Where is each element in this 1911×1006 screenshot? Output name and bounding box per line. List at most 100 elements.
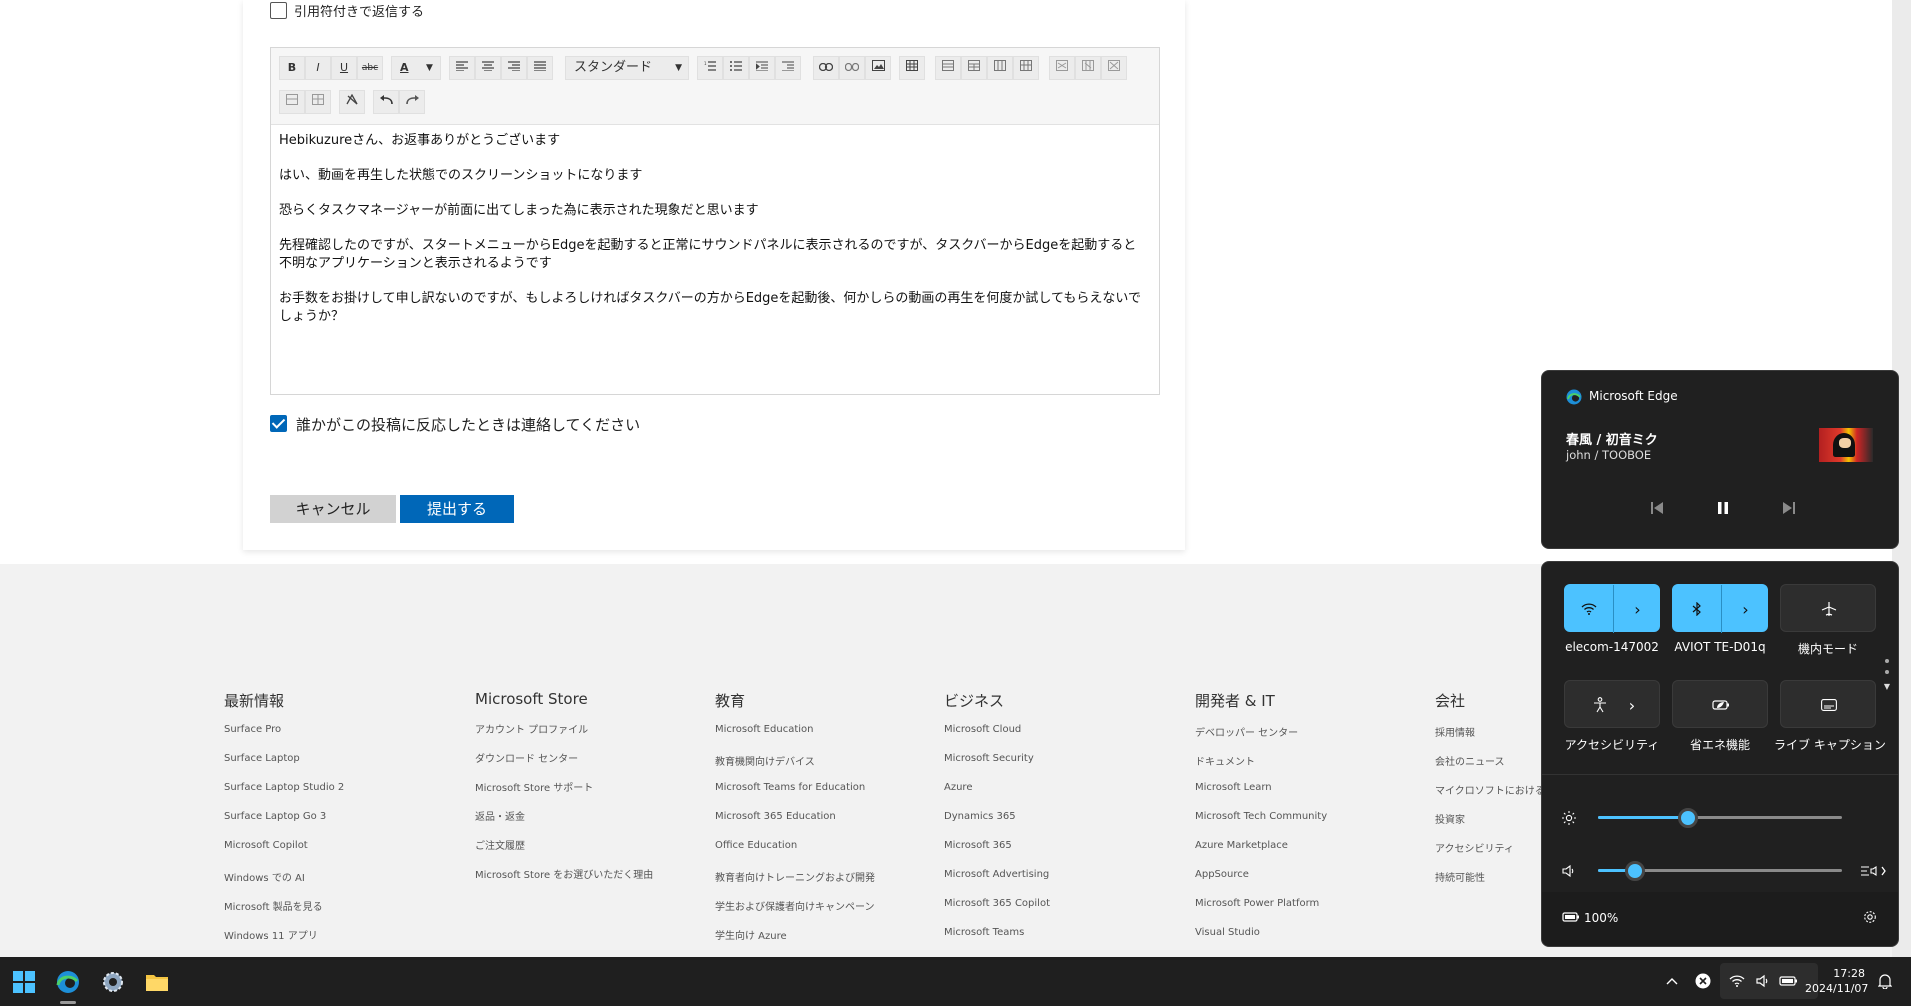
redo-icon[interactable]: [399, 90, 425, 114]
edge-taskbar-icon[interactable]: [55, 969, 81, 995]
ordered-list-icon[interactable]: 1: [697, 56, 723, 80]
chevron-right-icon[interactable]: ›: [1614, 585, 1661, 633]
footer-link[interactable]: Microsoft 365: [944, 840, 1050, 869]
footer-link[interactable]: デベロッパー センター: [1195, 724, 1327, 753]
table-delete-col-icon[interactable]: [1075, 56, 1101, 80]
footer-link[interactable]: Microsoft 365 Education: [715, 811, 875, 840]
cancel-button[interactable]: キャンセル: [270, 495, 396, 523]
pause-icon[interactable]: [1712, 497, 1734, 519]
table-delete-icon[interactable]: [1101, 56, 1127, 80]
outdent-icon[interactable]: [775, 56, 801, 80]
footer-link[interactable]: Microsoft Education: [715, 724, 875, 753]
settings-gear-icon[interactable]: [1862, 909, 1878, 925]
footer-link[interactable]: Microsoft Store サポート: [475, 779, 653, 808]
table-icon[interactable]: [899, 56, 925, 80]
notification-bell-icon[interactable]: [1876, 972, 1894, 990]
editor-content[interactable]: Hebikuzureさん、お返事ありがとうございます はい、動画を再生した状態で…: [279, 132, 1149, 343]
undo-icon[interactable]: [373, 90, 399, 114]
quote-reply-checkbox[interactable]: [270, 2, 287, 19]
footer-link[interactable]: Microsoft Advertising: [944, 869, 1050, 898]
footer-link[interactable]: ダウンロード センター: [475, 750, 653, 779]
footer-link[interactable]: Microsoft Power Platform: [1195, 898, 1327, 927]
next-track-icon[interactable]: [1778, 497, 1800, 519]
clear-format-icon[interactable]: [339, 90, 365, 114]
footer-link[interactable]: 教育者向けトレーニングおよび開発: [715, 869, 875, 898]
submit-button[interactable]: 提出する: [400, 495, 514, 523]
footer-link[interactable]: Visual Studio: [1195, 927, 1327, 956]
airplane-mode-tile[interactable]: [1780, 584, 1876, 632]
footer-link[interactable]: Microsoft Teams: [944, 927, 1050, 956]
unlink-icon[interactable]: [839, 56, 865, 80]
merge-cells-icon[interactable]: [279, 90, 305, 114]
footer-link[interactable]: Azure Marketplace: [1195, 840, 1327, 869]
footer-link[interactable]: Microsoft Security: [944, 753, 1050, 782]
indent-icon[interactable]: [749, 56, 775, 80]
chevron-down-icon[interactable]: ▼: [1882, 681, 1892, 691]
footer-link[interactable]: 教育機関向けデバイス: [715, 753, 875, 782]
live-caption-tile[interactable]: [1780, 680, 1876, 728]
underline-button[interactable]: U: [331, 56, 357, 80]
link-icon[interactable]: [813, 56, 839, 80]
table-delete-row-icon[interactable]: [1049, 56, 1075, 80]
footer-link[interactable]: AppSource: [1195, 869, 1327, 898]
quick-settings-button[interactable]: [1720, 963, 1818, 999]
previous-track-icon[interactable]: [1646, 497, 1668, 519]
accessibility-tile[interactable]: ›: [1564, 680, 1660, 728]
align-right-icon[interactable]: [501, 56, 527, 80]
rich-text-editor[interactable]: B I U abc A ▼ スタンダード ▼ 1 Hebikuzureさん、お返…: [270, 47, 1160, 395]
image-icon[interactable]: [865, 56, 891, 80]
italic-button[interactable]: I: [305, 56, 331, 80]
align-left-icon[interactable]: [449, 56, 475, 80]
page-dot[interactable]: [1885, 659, 1889, 663]
footer-link[interactable]: Dynamics 365: [944, 811, 1050, 840]
footer-link[interactable]: 学生および保護者向けキャンペーン: [715, 898, 875, 927]
footer-link[interactable]: Surface Laptop Go 3: [224, 811, 344, 840]
bluetooth-tile[interactable]: ›: [1672, 584, 1769, 633]
page-dot[interactable]: [1885, 670, 1889, 674]
footer-link[interactable]: Microsoft Tech Community: [1195, 811, 1327, 840]
footer-link[interactable]: Microsoft Store をお選びいただく理由: [475, 866, 653, 895]
footer-link[interactable]: Surface Pro: [224, 724, 344, 753]
notify-checkbox[interactable]: [270, 415, 287, 432]
settings-app-icon[interactable]: [100, 969, 126, 995]
file-explorer-icon[interactable]: [144, 969, 170, 995]
volume-thumb[interactable]: [1624, 861, 1645, 881]
bold-button[interactable]: B: [279, 56, 305, 80]
paragraph-style-select[interactable]: スタンダード ▼: [565, 56, 689, 80]
app-tray-icon[interactable]: [1694, 972, 1712, 990]
footer-link[interactable]: 返品・返金: [475, 808, 653, 837]
chevron-up-icon[interactable]: [1664, 972, 1680, 990]
audio-output-icon[interactable]: [1858, 862, 1888, 880]
footer-link[interactable]: 学生向け Azure: [715, 927, 875, 956]
table-row-below-icon[interactable]: [961, 56, 987, 80]
footer-link[interactable]: ご注文履歴: [475, 837, 653, 866]
font-color-button[interactable]: A ▼: [391, 56, 441, 80]
chevron-right-icon[interactable]: ›: [1722, 585, 1769, 633]
clock[interactable]: 17:28 2024/11/07: [1805, 966, 1868, 996]
footer-link[interactable]: Office Education: [715, 840, 875, 869]
table-col-left-icon[interactable]: [987, 56, 1013, 80]
align-justify-icon[interactable]: [527, 56, 553, 80]
footer-link[interactable]: Surface Laptop Studio 2: [224, 782, 344, 811]
footer-link[interactable]: Windows 11 アプリ: [224, 927, 344, 956]
footer-link[interactable]: Windows での AI: [224, 869, 344, 898]
footer-link[interactable]: Microsoft 365 Copilot: [944, 898, 1050, 927]
brightness-thumb[interactable]: [1678, 808, 1699, 828]
footer-link[interactable]: Surface Laptop: [224, 753, 344, 782]
table-row-above-icon[interactable]: [935, 56, 961, 80]
strikethrough-button[interactable]: abc: [357, 56, 383, 80]
footer-link[interactable]: ドキュメント: [1195, 753, 1327, 782]
start-icon[interactable]: [12, 970, 36, 994]
footer-link[interactable]: Microsoft Teams for Education: [715, 782, 875, 811]
table-col-right-icon[interactable]: [1013, 56, 1039, 80]
footer-link[interactable]: Microsoft 製品を見る: [224, 898, 344, 927]
footer-link[interactable]: Microsoft Learn: [1195, 782, 1327, 811]
footer-link[interactable]: Azure: [944, 782, 1050, 811]
footer-link[interactable]: アカウント プロファイル: [475, 721, 653, 750]
bullet-list-icon[interactable]: [723, 56, 749, 80]
energy-saver-tile[interactable]: [1672, 680, 1768, 728]
align-center-icon[interactable]: [475, 56, 501, 80]
footer-link[interactable]: Microsoft Copilot: [224, 840, 344, 869]
wifi-tile[interactable]: ›: [1564, 584, 1661, 633]
footer-link[interactable]: Microsoft Cloud: [944, 724, 1050, 753]
